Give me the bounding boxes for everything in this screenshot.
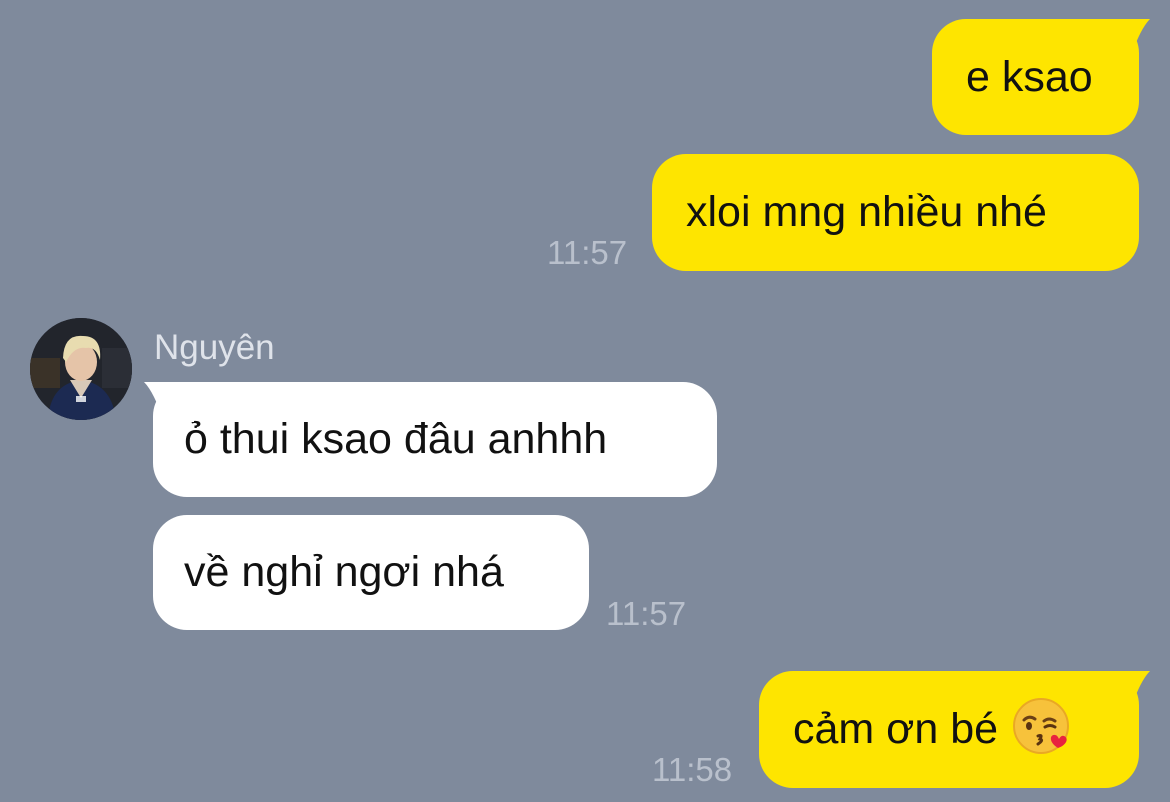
- bubble-tail: [1100, 671, 1150, 711]
- outgoing-message-bubble[interactable]: xloi mng nhiều nhé: [652, 154, 1139, 271]
- message-text: ỏ thui ksao đâu anhhh: [184, 415, 608, 463]
- message-text: về nghỉ ngơi nhá: [184, 548, 504, 596]
- kissing-face-with-heart-emoji: [1012, 696, 1072, 764]
- message-timestamp: 11:58: [652, 751, 733, 788]
- sender-name: Nguyên: [154, 328, 275, 367]
- message-text: xloi mng nhiều nhé: [686, 188, 1047, 236]
- bubble-tail: [1100, 19, 1150, 59]
- message-text: cảm ơn bé: [793, 705, 999, 753]
- bubble-tail: [144, 382, 194, 422]
- message-timestamp: 11:57: [606, 595, 687, 632]
- incoming-message-bubble[interactable]: ỏ thui ksao đâu anhhh: [153, 382, 717, 497]
- incoming-message-bubble[interactable]: về nghỉ ngơi nhá: [153, 515, 589, 630]
- avatar-photo: [30, 318, 132, 420]
- message-text: e ksao: [966, 52, 1093, 101]
- message-timestamp: 11:57: [547, 234, 628, 271]
- sender-avatar[interactable]: [30, 318, 132, 420]
- outgoing-message-bubble[interactable]: cảm ơn bé: [759, 671, 1139, 788]
